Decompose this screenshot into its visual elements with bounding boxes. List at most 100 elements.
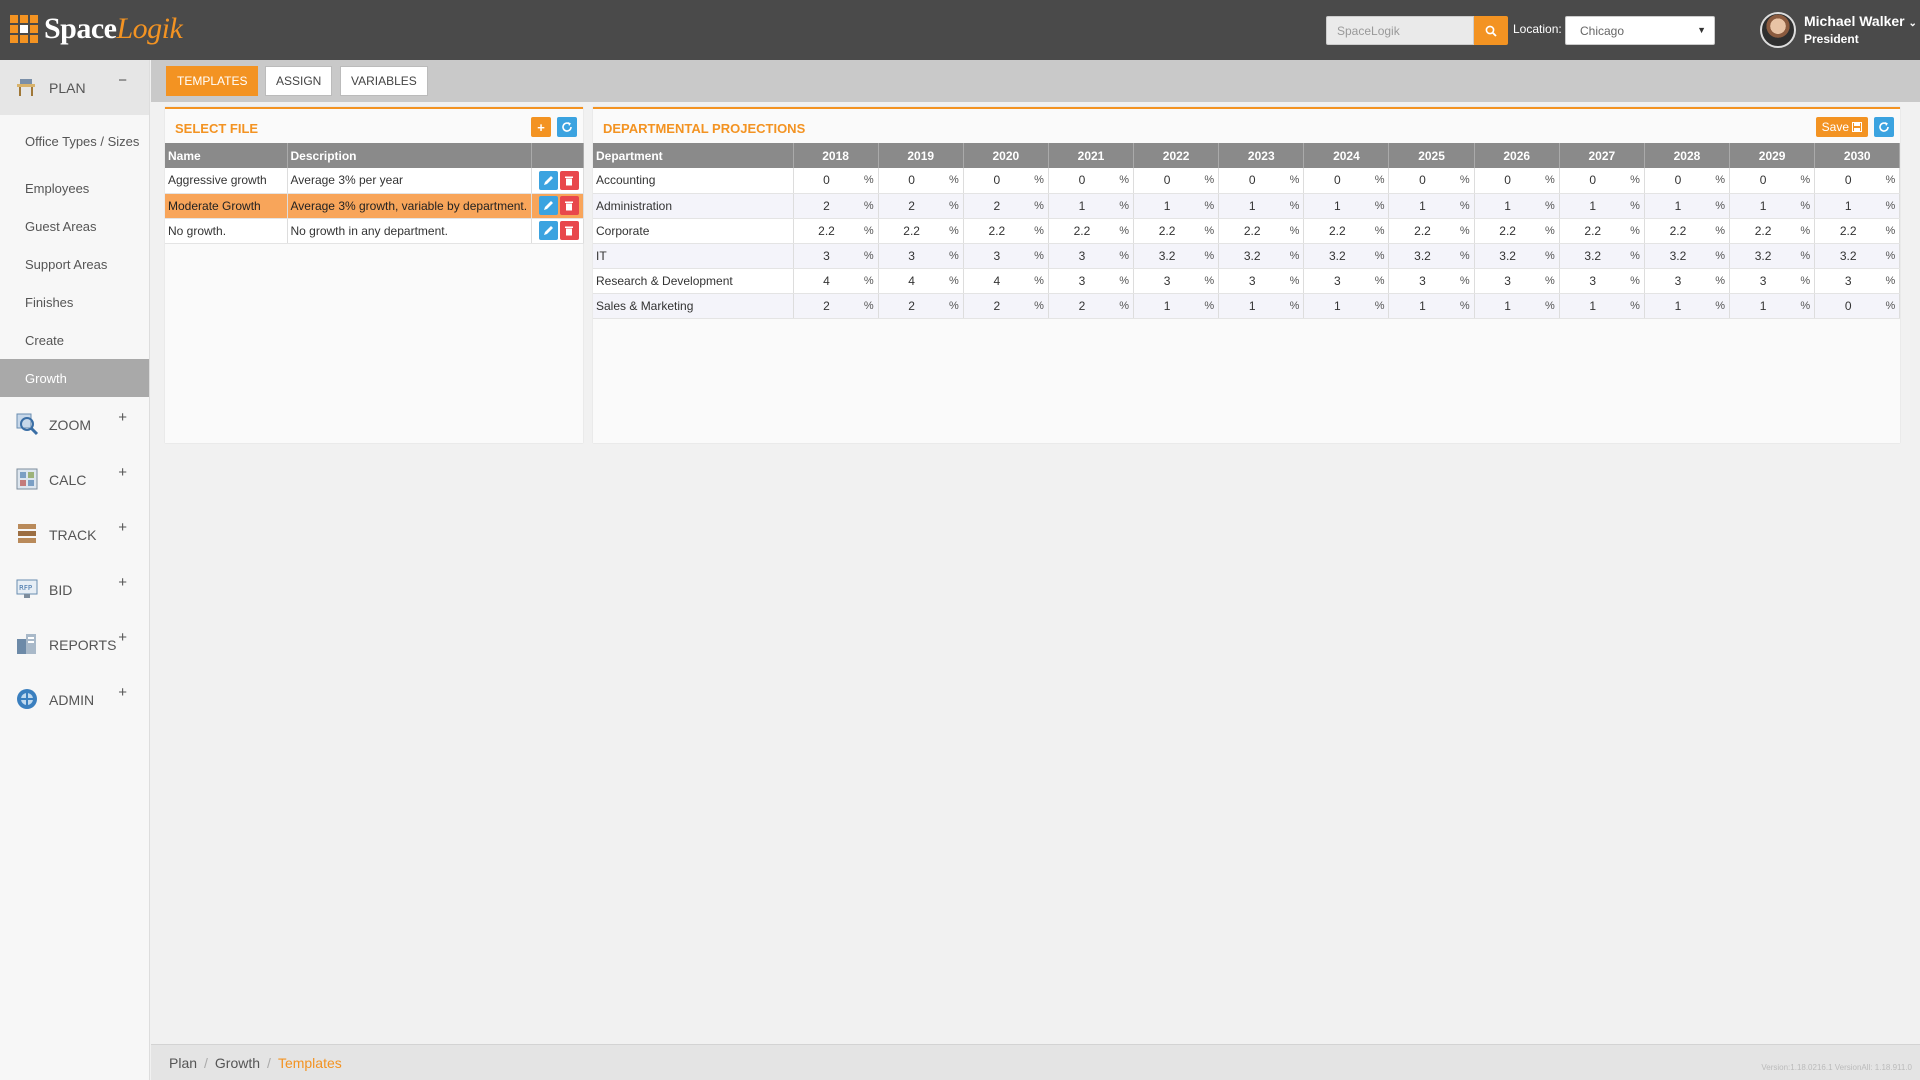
growth-input[interactable]: 0: [1733, 173, 1793, 187]
sidebar-item-guest-areas[interactable]: Guest Areas: [0, 207, 149, 245]
growth-input[interactable]: 3.2: [1818, 249, 1878, 263]
edit-button[interactable]: [538, 221, 558, 240]
growth-input[interactable]: 0: [1818, 299, 1878, 313]
growth-input[interactable]: 1: [1307, 299, 1367, 313]
sidebar-section-zoom[interactable]: ZOOM +: [0, 397, 149, 452]
growth-input[interactable]: 4: [882, 274, 942, 288]
growth-input[interactable]: 3: [1307, 274, 1367, 288]
growth-input[interactable]: 3: [1052, 249, 1112, 263]
growth-input[interactable]: 0: [1478, 173, 1538, 187]
growth-input[interactable]: 2.2: [1733, 224, 1793, 238]
edit-button[interactable]: [538, 196, 558, 215]
growth-input[interactable]: 3.2: [1307, 249, 1367, 263]
growth-input[interactable]: 1: [1733, 299, 1793, 313]
growth-input[interactable]: 2.2: [1648, 224, 1708, 238]
sidebar-item-finishes[interactable]: Finishes: [0, 283, 149, 321]
add-file-button[interactable]: +: [531, 117, 551, 137]
growth-input[interactable]: 3.2: [1733, 249, 1793, 263]
growth-input[interactable]: 2.2: [1137, 224, 1197, 238]
expand-icon[interactable]: +: [118, 409, 127, 426]
growth-input[interactable]: 3: [1648, 274, 1708, 288]
growth-input[interactable]: 1: [1137, 299, 1197, 313]
sidebar-section-reports[interactable]: REPORTS +: [0, 617, 149, 672]
growth-input[interactable]: 0: [1307, 173, 1367, 187]
expand-icon[interactable]: +: [118, 464, 127, 481]
growth-input[interactable]: 1: [1052, 199, 1112, 213]
growth-input[interactable]: 1: [1648, 199, 1708, 213]
growth-input[interactable]: 3.2: [1478, 249, 1538, 263]
sidebar-section-bid[interactable]: RFP BID +: [0, 562, 149, 617]
growth-input[interactable]: 3: [1478, 274, 1538, 288]
growth-input[interactable]: 0: [967, 173, 1027, 187]
growth-input[interactable]: 0: [1648, 173, 1708, 187]
growth-input[interactable]: 3: [1137, 274, 1197, 288]
growth-input[interactable]: 2.2: [1222, 224, 1282, 238]
growth-input[interactable]: 3.2: [1392, 249, 1452, 263]
growth-input[interactable]: 3: [1733, 274, 1793, 288]
tab-assign[interactable]: ASSIGN: [265, 66, 333, 96]
growth-input[interactable]: 3: [1392, 274, 1452, 288]
expand-icon[interactable]: +: [118, 684, 127, 701]
sidebar-section-calc[interactable]: CALC +: [0, 452, 149, 507]
sidebar-section-admin[interactable]: ADMIN +: [0, 672, 149, 727]
location-select[interactable]: Chicago ▼: [1565, 16, 1715, 45]
growth-input[interactable]: 1: [1478, 299, 1538, 313]
refresh-projections-button[interactable]: [1874, 117, 1894, 137]
growth-input[interactable]: 2.2: [1307, 224, 1367, 238]
growth-input[interactable]: 0: [1052, 173, 1112, 187]
expand-icon[interactable]: +: [118, 519, 127, 536]
growth-input[interactable]: 2: [882, 299, 942, 313]
spacelogik-logo[interactable]: SpaceLogik: [10, 12, 183, 45]
growth-input[interactable]: 3: [1563, 274, 1623, 288]
table-row[interactable]: Aggressive growth Average 3% per year: [165, 168, 584, 194]
expand-icon[interactable]: +: [118, 629, 127, 646]
tab-templates[interactable]: TEMPLATES: [166, 66, 259, 96]
growth-input[interactable]: 0: [1563, 173, 1623, 187]
growth-input[interactable]: 1: [1563, 199, 1623, 213]
expand-icon[interactable]: +: [118, 574, 127, 591]
growth-input[interactable]: 0: [1818, 173, 1878, 187]
growth-input[interactable]: 3: [1052, 274, 1112, 288]
table-row[interactable]: No growth. No growth in any department.: [165, 218, 584, 244]
growth-input[interactable]: 3: [967, 249, 1027, 263]
refresh-files-button[interactable]: [557, 117, 577, 137]
growth-input[interactable]: 0: [1392, 173, 1452, 187]
growth-input[interactable]: 1: [1563, 299, 1623, 313]
growth-input[interactable]: 2: [797, 199, 857, 213]
growth-input[interactable]: 3.2: [1648, 249, 1708, 263]
growth-input[interactable]: 3: [1818, 274, 1878, 288]
file-name[interactable]: No growth.: [165, 218, 288, 244]
sidebar-item-growth[interactable]: Growth: [0, 359, 149, 397]
growth-input[interactable]: 1: [1392, 299, 1452, 313]
growth-input[interactable]: 1: [1818, 199, 1878, 213]
growth-input[interactable]: 3: [797, 249, 857, 263]
delete-button[interactable]: [559, 170, 579, 190]
file-name[interactable]: Moderate Growth: [165, 193, 288, 219]
table-row[interactable]: Moderate Growth Average 3% growth, varia…: [165, 193, 584, 219]
sidebar-item-employees[interactable]: Employees: [0, 169, 149, 207]
growth-input[interactable]: 1: [1733, 199, 1793, 213]
growth-input[interactable]: 0: [797, 173, 857, 187]
growth-input[interactable]: 0: [1137, 173, 1197, 187]
sidebar-section-plan[interactable]: PLAN −: [0, 60, 149, 115]
save-button[interactable]: Save: [1815, 117, 1868, 137]
sidebar-section-track[interactable]: TRACK +: [0, 507, 149, 562]
collapse-icon[interactable]: −: [118, 72, 127, 89]
growth-input[interactable]: 1: [1648, 299, 1708, 313]
growth-input[interactable]: 2.2: [882, 224, 942, 238]
growth-input[interactable]: 2: [1052, 299, 1112, 313]
growth-input[interactable]: 1: [1478, 199, 1538, 213]
delete-button[interactable]: [559, 196, 579, 215]
growth-input[interactable]: 1: [1392, 199, 1452, 213]
growth-input[interactable]: 3: [1222, 274, 1282, 288]
delete-button[interactable]: [559, 221, 579, 240]
growth-input[interactable]: 4: [967, 274, 1027, 288]
search-button[interactable]: [1474, 16, 1508, 45]
growth-input[interactable]: 2.2: [1478, 224, 1538, 238]
growth-input[interactable]: 2.2: [797, 224, 857, 238]
growth-input[interactable]: 1: [1307, 199, 1367, 213]
growth-input[interactable]: 3.2: [1137, 249, 1197, 263]
user-name[interactable]: Michael Walker ⌄: [1804, 13, 1917, 29]
growth-input[interactable]: 0: [1222, 173, 1282, 187]
growth-input[interactable]: 1: [1137, 199, 1197, 213]
